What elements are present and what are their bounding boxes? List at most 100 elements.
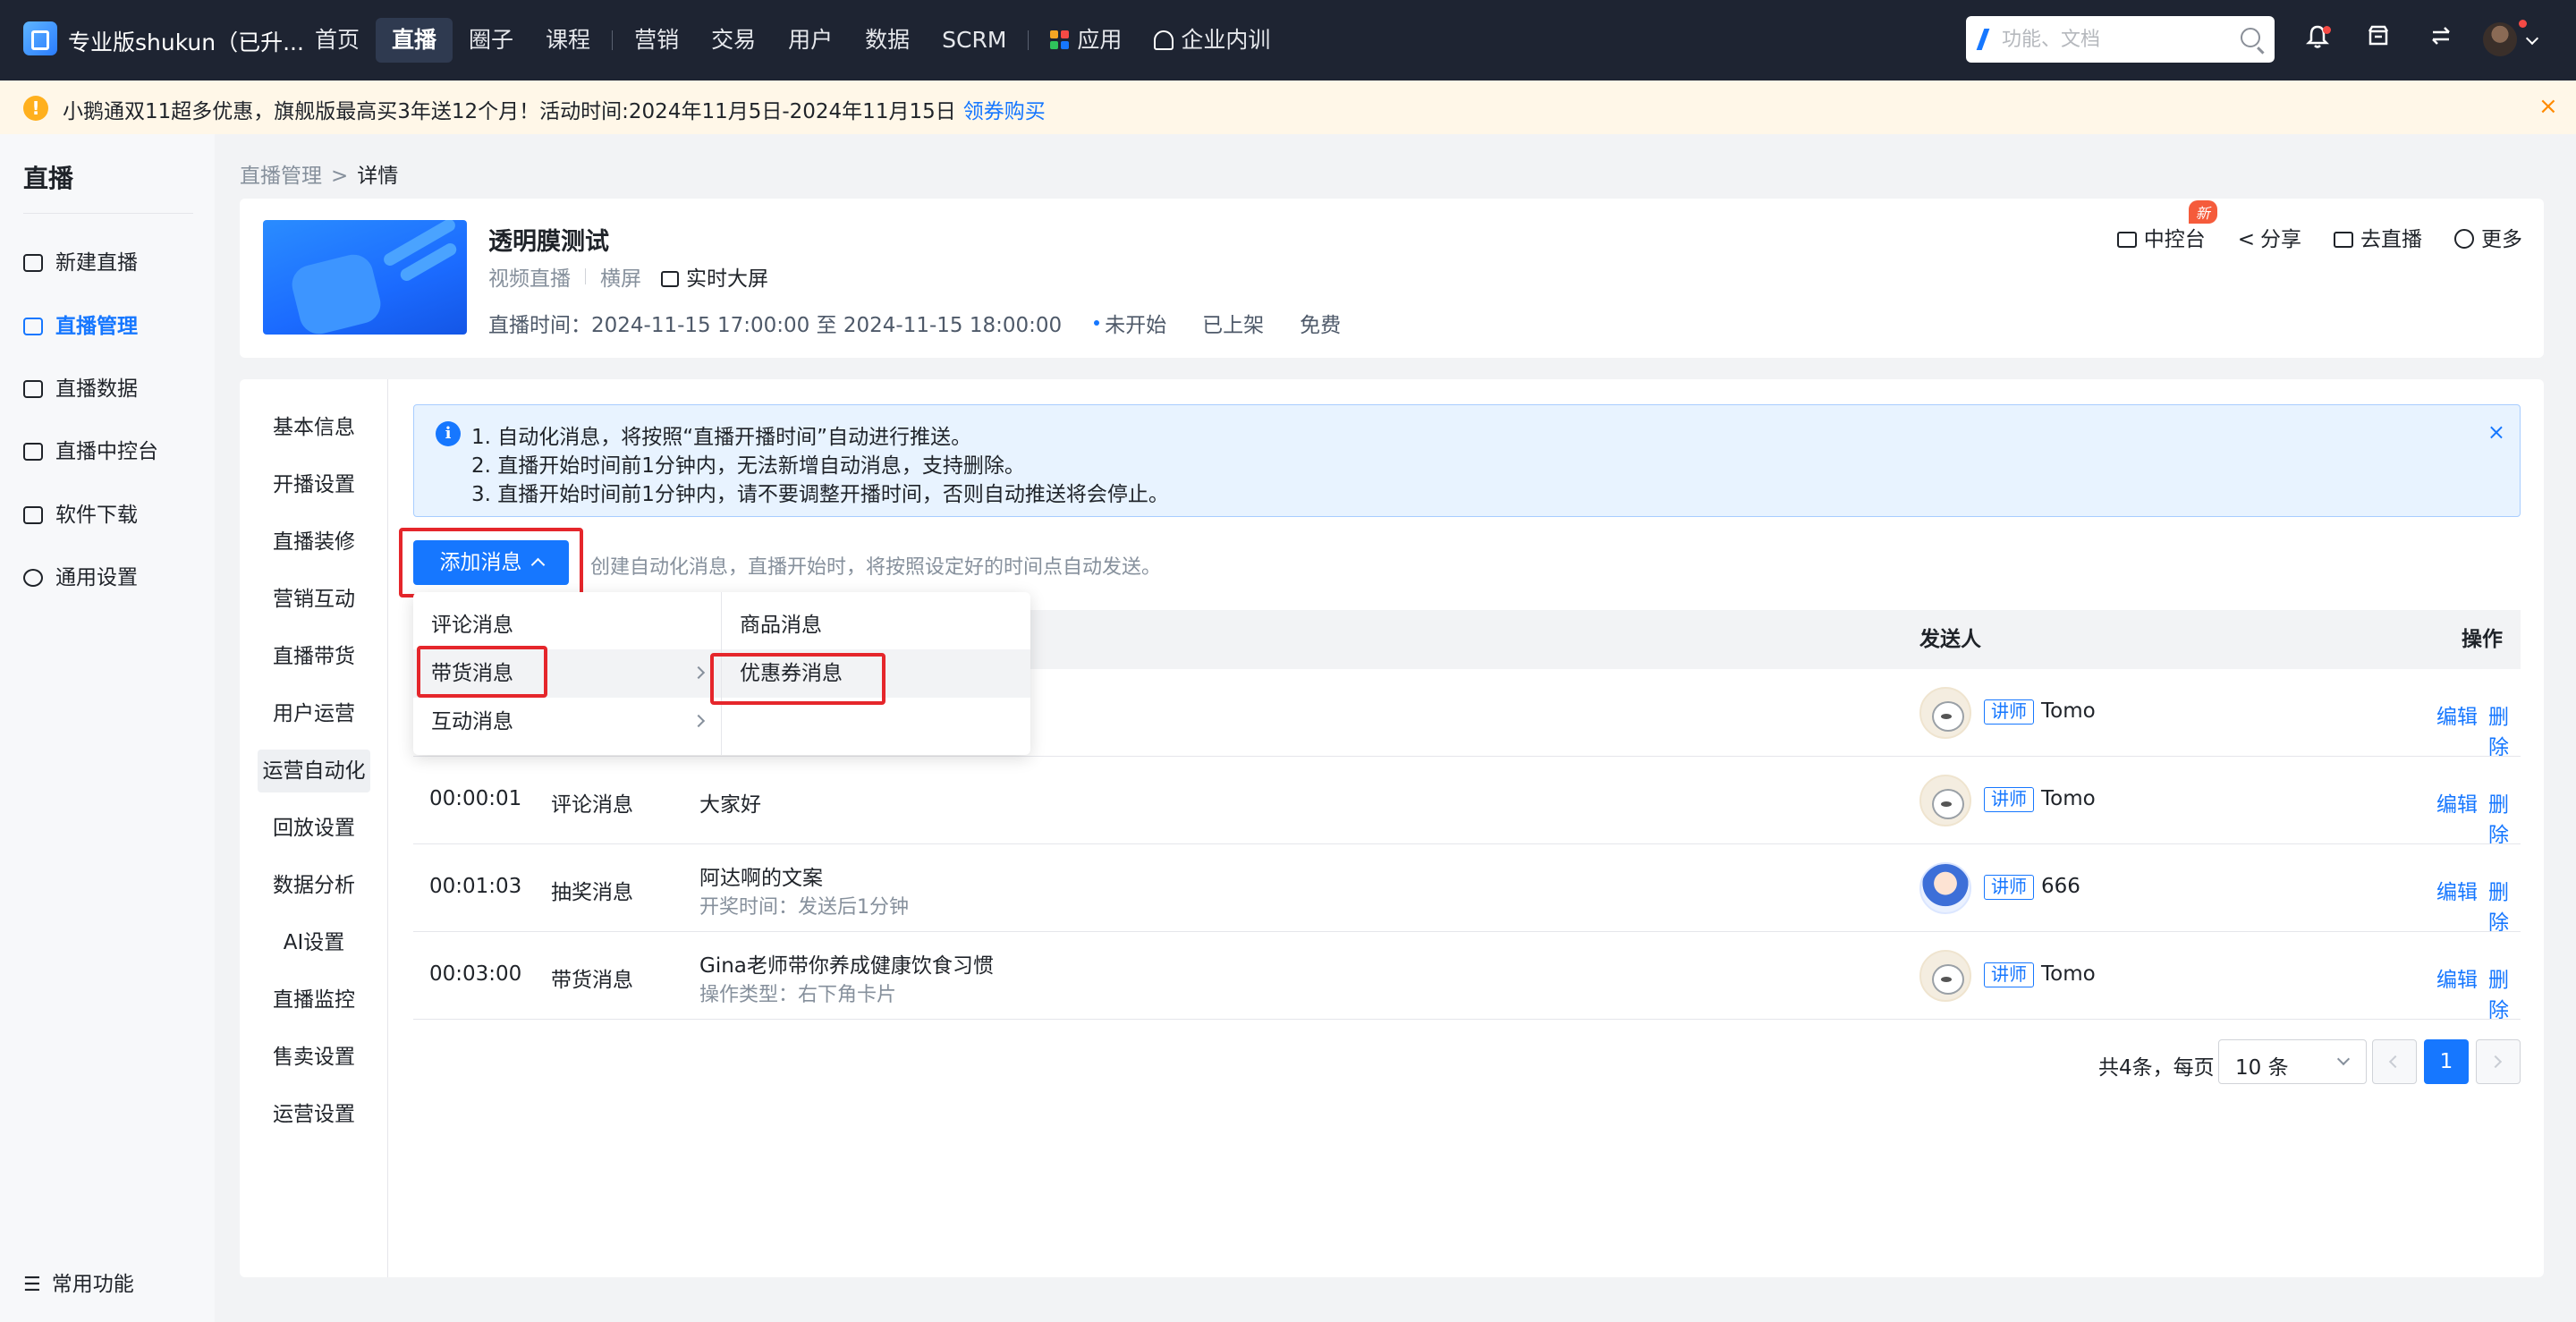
- chevron-right-icon: [691, 665, 706, 680]
- highlight-box: [417, 646, 547, 698]
- camera-icon: [2334, 232, 2353, 248]
- tab-selling[interactable]: 直播带货: [258, 635, 370, 678]
- tab-ai[interactable]: AI设置: [258, 921, 370, 964]
- tab-start-settings[interactable]: 开播设置: [258, 463, 370, 506]
- live-title: 透明膜测试: [488, 228, 609, 256]
- edit-link[interactable]: 编辑: [2436, 787, 2478, 818]
- nav-course[interactable]: 课程: [530, 18, 606, 63]
- alert-line: 2. 直播开始时间前1分钟内，无法新增自动消息，支持删除。: [471, 454, 1025, 478]
- avatar-dot: [2519, 20, 2527, 28]
- console-button[interactable]: 中控台 新: [2116, 200, 2217, 252]
- tab-monitor[interactable]: 直播监控: [258, 979, 370, 1021]
- common-functions[interactable]: ☰ 常用功能: [23, 1267, 134, 1297]
- app-logo[interactable]: [23, 21, 57, 55]
- tab-playback[interactable]: 回放设置: [258, 807, 370, 850]
- more-button[interactable]: 更多: [2454, 222, 2522, 252]
- breadcrumb: 直播管理 > 详情: [240, 158, 398, 189]
- sender-name: Tomo: [2041, 787, 2096, 810]
- new-badge: 新: [2188, 200, 2217, 224]
- delete-link[interactable]: 删除: [2488, 699, 2521, 760]
- edit-link[interactable]: 编辑: [2436, 875, 2478, 905]
- search-box[interactable]: [1966, 16, 2275, 63]
- row-type: 评论消息: [551, 793, 633, 817]
- nav-marketing[interactable]: 营销: [618, 18, 695, 63]
- sidebar-item-settings[interactable]: 通用设置: [23, 560, 138, 596]
- chevron-down-icon[interactable]: [2525, 31, 2539, 46]
- apps-grid-icon: [1050, 30, 1070, 50]
- share-icon: <: [2237, 228, 2255, 251]
- nav-user[interactable]: 用户: [772, 18, 849, 63]
- delete-link[interactable]: 删除: [2488, 875, 2521, 936]
- tab-analytics[interactable]: 数据分析: [258, 864, 370, 907]
- search-input[interactable]: [2002, 27, 2225, 52]
- delete-link[interactable]: 删除: [2488, 787, 2521, 848]
- sidebar-item-download[interactable]: 软件下载: [23, 497, 138, 533]
- table-row: 00:03:00 带货消息 Gina老师带你养成健康饮食习惯 操作类型：右下角卡…: [413, 932, 2521, 1023]
- notice-link[interactable]: 领券购买: [963, 100, 1046, 123]
- top-nav: 专业版shukun（已升... 首页 直播 圈子 课程 营销 交易 用户 数据 …: [0, 0, 2576, 81]
- shop-icon[interactable]: [2363, 24, 2394, 55]
- nav-training[interactable]: 企业内训: [1138, 18, 1286, 63]
- live-meta: 视频直播 横屏 实时大屏: [488, 261, 768, 292]
- menu-item-interaction[interactable]: 互动消息: [413, 698, 721, 746]
- page-size-value: 10 条: [2235, 1056, 2289, 1080]
- tab-decoration[interactable]: 直播装修: [258, 521, 370, 564]
- live-orientation: 横屏: [600, 267, 641, 291]
- realtime-screen-link[interactable]: 实时大屏: [661, 261, 768, 292]
- chevron-right-icon: [2488, 1055, 2503, 1069]
- main-content-card: 基本信息 开播设置 直播装修 营销互动 直播带货 用户运营 运营自动化 回放设置…: [240, 379, 2544, 1277]
- edit-link[interactable]: 编辑: [2436, 962, 2478, 993]
- tab-marketing[interactable]: 营销互动: [258, 578, 370, 621]
- lecturer-tag: 讲师: [1984, 962, 2034, 987]
- breadcrumb-parent[interactable]: 直播管理: [240, 165, 322, 188]
- share-button[interactable]: < 分享: [2238, 222, 2301, 252]
- tab-ops-settings[interactable]: 运营设置: [258, 1093, 370, 1136]
- app-name[interactable]: 专业版shukun（已升...: [68, 25, 304, 57]
- swap-icon[interactable]: [2426, 24, 2456, 55]
- add-message-hint: 创建自动化消息，直播开始时，将按照设定好的时间点自动发送。: [590, 556, 1162, 579]
- sidebar-item-console[interactable]: 直播中控台: [23, 434, 158, 470]
- next-page-button[interactable]: [2476, 1039, 2521, 1084]
- menu-item-comment[interactable]: 评论消息: [413, 601, 721, 649]
- row-type: 带货消息: [551, 969, 633, 992]
- sender-name: Tomo: [2041, 699, 2096, 723]
- nav-apps-label: 应用: [1077, 27, 1123, 53]
- realtime-screen-label: 实时大屏: [686, 267, 768, 291]
- nav-scrm[interactable]: SCRM: [926, 18, 1022, 63]
- nav-data[interactable]: 数据: [849, 18, 926, 63]
- row-time: 00:03:00: [429, 962, 522, 986]
- nav-circle[interactable]: 圈子: [453, 18, 530, 63]
- notice-message: 小鹅通双11超多优惠，旗舰版最高买3年送12个月！活动时间:2024年11月5日…: [63, 100, 956, 123]
- menu-item-product[interactable]: 商品消息: [722, 601, 1030, 649]
- sidebar-item-live-manage[interactable]: 直播管理: [23, 309, 138, 344]
- close-icon[interactable]: ×: [2538, 93, 2558, 120]
- monitor-icon: [2116, 232, 2137, 248]
- page-number-current[interactable]: 1: [2424, 1039, 2469, 1084]
- price-tag: 免费: [1300, 314, 1342, 337]
- prev-page-button[interactable]: [2372, 1039, 2417, 1084]
- warning-icon: !: [23, 96, 48, 121]
- edit-link[interactable]: 编辑: [2436, 699, 2478, 730]
- sidebar-item-label: 软件下载: [55, 504, 138, 527]
- nav-home[interactable]: 首页: [299, 18, 376, 63]
- page-size-select[interactable]: 10 条: [2218, 1039, 2367, 1084]
- delete-link[interactable]: 删除: [2488, 962, 2521, 1023]
- go-live-button[interactable]: 去直播: [2334, 222, 2422, 252]
- nav-trade[interactable]: 交易: [695, 18, 772, 63]
- close-icon[interactable]: ×: [2487, 419, 2505, 445]
- sidebar-item-new-live[interactable]: 新建直播: [23, 245, 138, 281]
- search-icon[interactable]: [2241, 28, 2260, 47]
- bell-icon[interactable]: [2302, 24, 2333, 55]
- sidebar-item-live-data[interactable]: 直播数据: [23, 371, 138, 407]
- lecturer-tag: 讲师: [1984, 699, 2034, 725]
- sidebar: 直播 新建直播 直播管理 直播数据 直播中控台 软件下载 通用设置 ☰ 常用功能: [0, 134, 215, 1322]
- user-avatar[interactable]: [2483, 22, 2517, 56]
- tab-user-ops[interactable]: 用户运营: [258, 692, 370, 735]
- more-label: 更多: [2481, 228, 2522, 251]
- tab-automation[interactable]: 运营自动化: [258, 750, 370, 792]
- nav-live[interactable]: 直播: [376, 18, 453, 63]
- nav-apps[interactable]: 应用: [1034, 18, 1138, 63]
- tab-sales-settings[interactable]: 售卖设置: [258, 1036, 370, 1079]
- list-icon: ☰: [23, 1274, 41, 1296]
- tab-basic-info[interactable]: 基本信息: [258, 406, 370, 449]
